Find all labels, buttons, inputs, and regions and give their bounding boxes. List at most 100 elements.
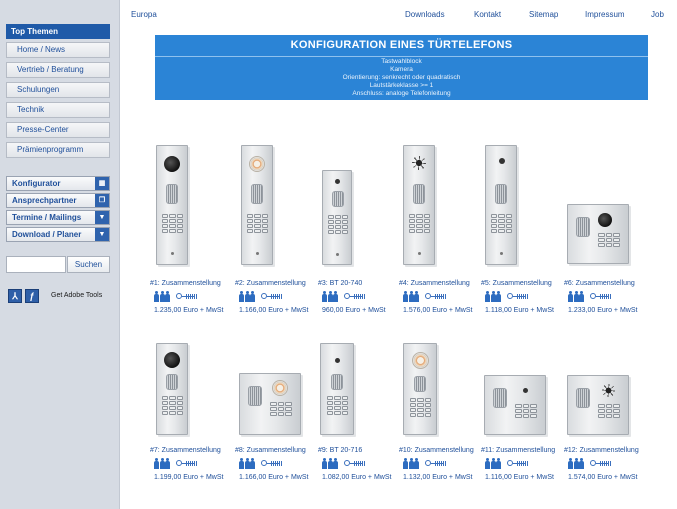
link-sitemap[interactable]: Sitemap [529,10,558,19]
led-indicator [418,252,421,255]
people-icon [485,291,501,302]
product-label[interactable]: #9: BT 20-716 [318,447,404,454]
chevron-down-icon: ▼ [95,211,109,224]
tool-konfigurator[interactable]: Konfigurator ▦ [6,176,110,191]
adobe-tools-label: Get Adobe Tools [51,292,103,299]
product-label[interactable]: #2: Zusammenstellung [235,280,321,287]
product-price: 1.166,00 Euro + MwSt [239,474,309,481]
speaker-grille [166,374,178,390]
search-button[interactable]: Suchen [67,256,110,273]
led-indicator [500,252,503,255]
nav-vertrieb-beratung[interactable]: Vertrieb / Beratung [6,62,110,78]
banner-criterion: Tastwahlblock [381,58,422,65]
volume-key-icon [590,293,614,300]
product-card[interactable]: #2: Zusammenstellung 1.166,00 Euro + MwS… [235,140,317,314]
speaker-grille [332,191,344,207]
keypad [598,233,620,247]
speaker-grille [493,388,507,408]
doorphone-image[interactable] [567,204,629,264]
doorphone-image[interactable] [239,373,301,435]
product-card[interactable]: #5: Zusammenstellung 1.118,00 Euro + MwS… [481,140,563,314]
product-price: 1.199,00 Euro + MwSt [154,474,224,481]
product-card[interactable]: #1: Zusammenstellung 1.235,00 Euro + MwS… [150,140,232,314]
product-label[interactable]: #10: Zusammenstellung [399,447,485,454]
keypad [247,214,268,233]
link-downloads[interactable]: Downloads [405,10,445,19]
keypad [410,398,431,417]
doorphone-image[interactable] [156,145,188,265]
people-icon [239,458,255,469]
keypad [162,396,183,415]
product-card[interactable]: #7: Zusammenstellung 1.199,00 Euro + MwS… [150,307,232,481]
product-feature-icons [568,458,628,470]
banner-criterion: Anschluss: analoge Telefonleitung [352,90,451,97]
product-feature-icons [322,291,382,303]
nav-technik[interactable]: Technik [6,102,110,118]
product-card[interactable]: #3: BT 20-740 960,00 Euro + MwSt [318,140,400,314]
tool-ansprechpartner-label: Ansprechpartner [12,196,77,205]
tool-download-planer[interactable]: Download / Planer ▼ [6,227,110,242]
camera-icon [335,358,340,363]
product-feature-icons [239,458,299,470]
speaker-grille [248,386,262,406]
product-card[interactable]: #6: Zusammenstellung 1.233,00 Euro + MwS… [564,140,646,314]
tool-ansprechpartner[interactable]: Ansprechpartner ❐ [6,193,110,208]
nav-praemienprogramm[interactable]: Prämienprogramm [6,142,110,158]
product-label[interactable]: #12: Zusammenstellung [564,447,650,454]
keypad [598,404,620,418]
link-europa[interactable]: Europa [131,10,157,19]
doorphone-image[interactable] [403,343,437,435]
doorphone-image[interactable] [567,375,629,435]
product-label[interactable]: #8: Zusammenstellung [235,447,321,454]
doorphone-image[interactable] [485,145,517,265]
speaker-grille [166,184,178,204]
keypad [270,402,292,416]
doorphone-image[interactable] [484,375,546,435]
configuration-banner: KONFIGURATION EINES TÜRTELEFONS Tastwahl… [155,35,648,100]
people-icon [322,458,338,469]
product-label[interactable]: #1: Zusammenstellung [150,280,236,287]
product-card[interactable]: #4: Zusammenstellung 1.576,00 Euro + MwS… [399,140,481,314]
camera-icon [164,156,180,172]
product-card[interactable]: #11: Zusammenstellung 1.116,00 Euro + Mw… [481,307,563,481]
nav-schulungen[interactable]: Schulungen [6,82,110,98]
link-impressum[interactable]: Impressum [585,10,625,19]
product-label[interactable]: #4: Zusammenstellung [399,280,485,287]
people-icon [568,291,584,302]
adobe-tools-row[interactable]: ⅄ ƒ Get Adobe Tools [6,289,116,305]
doorphone-image[interactable] [322,170,352,265]
product-label[interactable]: #5: Zusammenstellung [481,280,567,287]
product-feature-icons [154,458,214,470]
product-label[interactable]: #11: Zusammenstellung [481,447,567,454]
product-feature-icons [403,458,463,470]
adobe-flash-icon[interactable]: ƒ [25,289,39,303]
link-kontakt[interactable]: Kontakt [474,10,501,19]
product-label[interactable]: #7: Zusammenstellung [150,447,236,454]
product-feature-icons [485,291,545,303]
volume-key-icon [261,460,285,467]
nav-presse-center[interactable]: Presse-Center [6,122,110,138]
top-themen-header: Top Themen [6,24,110,39]
tool-termine-mailings[interactable]: Termine / Mailings ▼ [6,210,110,225]
volume-key-icon [176,293,200,300]
product-card[interactable]: #10: Zusammenstellung 1.132,00 Euro + Mw… [399,307,481,481]
doorphone-image[interactable] [320,343,354,435]
doorphone-image[interactable] [241,145,273,265]
link-job[interactable]: Job [651,10,664,19]
volume-key-icon [425,293,449,300]
people-icon [403,458,419,469]
product-label[interactable]: #3: BT 20-740 [318,280,404,287]
product-card[interactable]: #8: Zusammenstellung 1.166,00 Euro + MwS… [235,307,317,481]
product-card[interactable]: #9: BT 20-716 1.082,00 Euro + MwSt [318,307,400,481]
doorphone-image[interactable] [403,145,435,265]
product-card[interactable]: #12: Zusammenstellung 1.574,00 Euro + Mw… [564,307,646,481]
search-input[interactable] [6,256,66,273]
doorphone-image[interactable] [156,343,188,435]
product-label[interactable]: #6: Zusammenstellung [564,280,650,287]
nav-home-news[interactable]: Home / News [6,42,110,58]
tool-download-planer-label: Download / Planer [12,230,82,239]
camera-icon [164,352,180,368]
keypad [162,214,183,233]
adobe-reader-icon[interactable]: ⅄ [8,289,22,303]
product-feature-icons [568,291,628,303]
